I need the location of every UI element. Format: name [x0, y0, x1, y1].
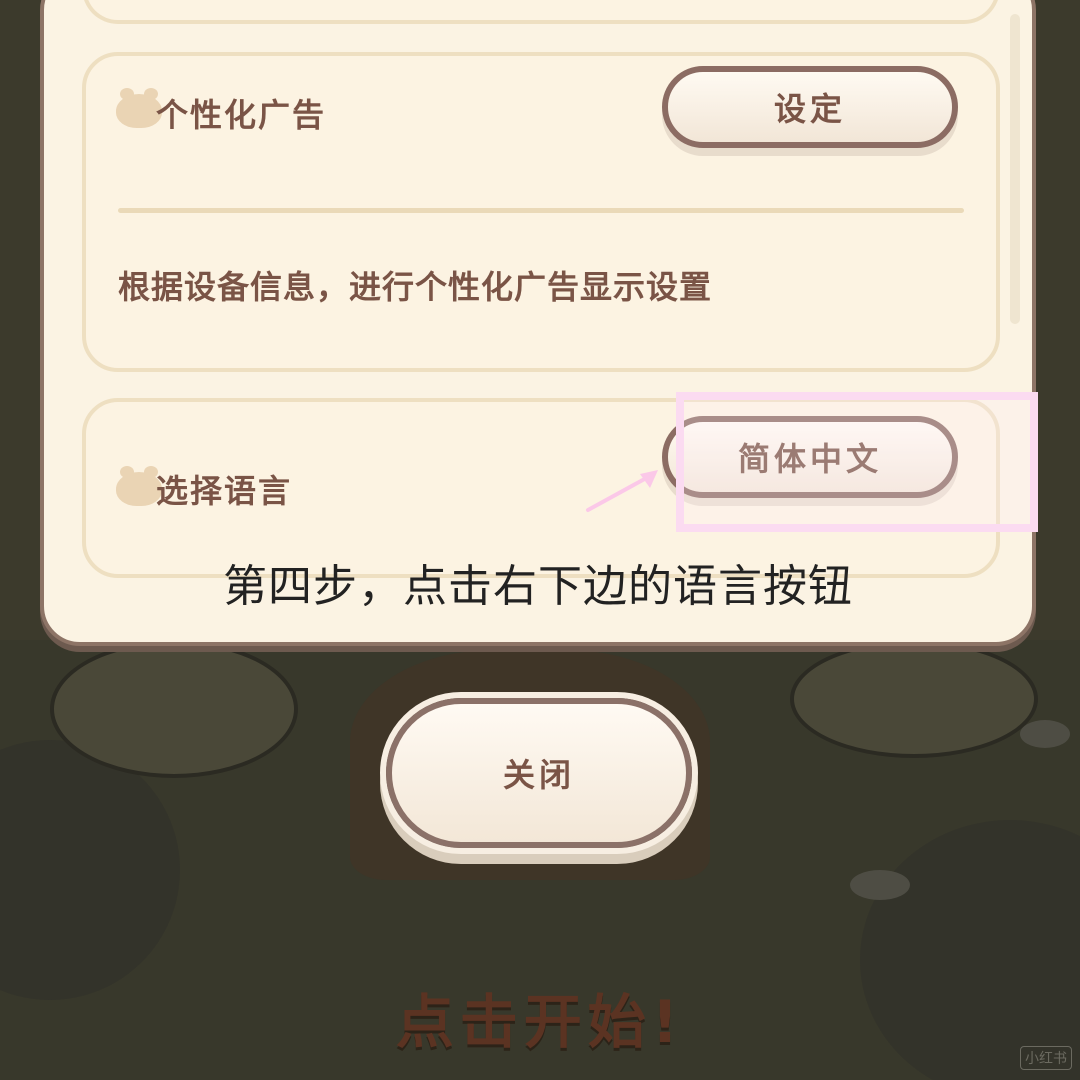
- settings-dialog: 个性化广告 设定 根据设备信息，进行个性化广告显示设置 选择语言 简体中文 第四…: [40, 0, 1038, 646]
- critter-right: [790, 640, 1038, 758]
- tutorial-highlight-box: [676, 392, 1038, 532]
- settings-card-personalized-ads: 个性化广告 设定 根据设备信息，进行个性化广告显示设置: [82, 52, 1000, 372]
- tutorial-caption: 第四步，点击右下边的语言按钮: [223, 561, 853, 612]
- language-title: 选择语言: [156, 472, 293, 510]
- close-button[interactable]: 关闭: [386, 698, 692, 848]
- personalized-ads-set-button[interactable]: 设定: [662, 66, 958, 148]
- pink-arrow-icon: [586, 470, 658, 512]
- settings-card-previous: [82, 0, 1000, 24]
- watermark: 小红书: [1020, 1046, 1072, 1070]
- personalized-ads-title: 个性化广告: [156, 96, 327, 134]
- divider: [118, 208, 964, 213]
- start-prompt[interactable]: 点击开始!: [0, 975, 1080, 1059]
- flower: [1020, 720, 1070, 748]
- scrollbar[interactable]: [1010, 14, 1020, 324]
- flower: [850, 870, 910, 900]
- critter-left: [50, 640, 298, 778]
- personalized-ads-description: 根据设备信息，进行个性化广告显示设置: [118, 268, 713, 306]
